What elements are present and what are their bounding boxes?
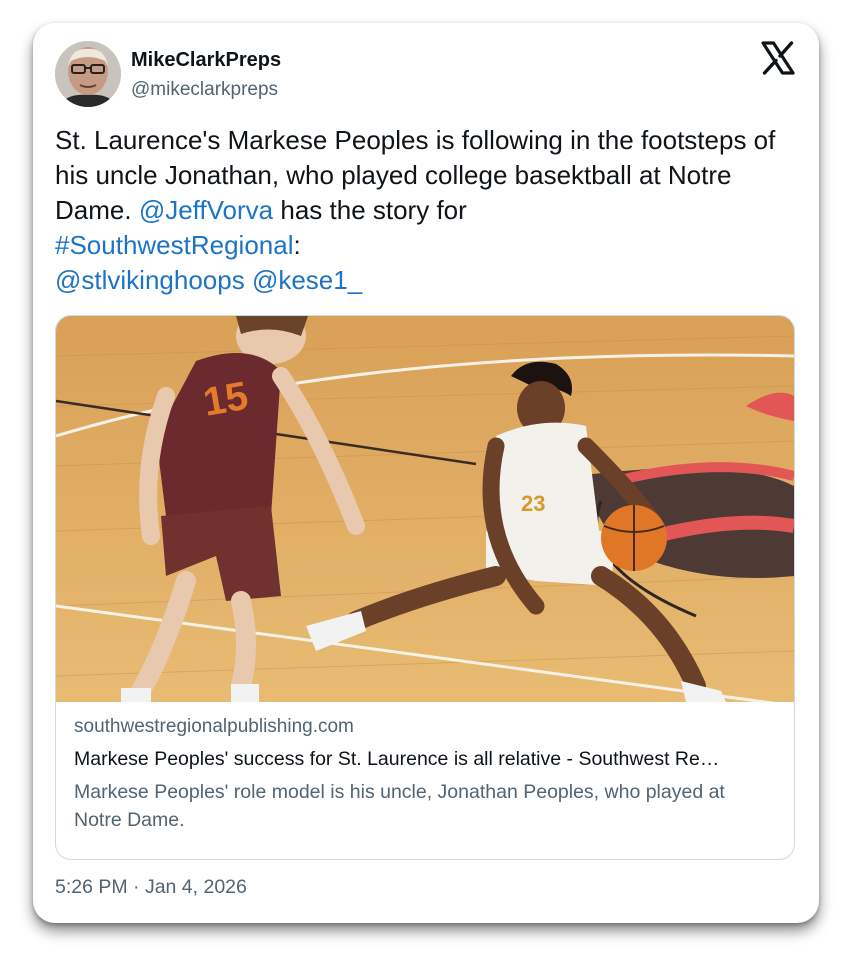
tweet-timestamp[interactable]: 5:26 PM · Jan 4, 2026 [55, 876, 247, 899]
author-handle[interactable]: @mikeclarkpreps [131, 79, 278, 101]
tweet-text: St. Laurence's Markese Peoples is follow… [55, 123, 795, 298]
tweet-text-body: : [293, 230, 301, 260]
article-image: 15 23 [56, 316, 794, 702]
avatar-image [55, 41, 121, 107]
hashtag-link[interactable]: #SouthwestRegional [55, 230, 294, 260]
link-title: Markese Peoples' success for St. Laurenc… [74, 748, 720, 770]
link-domain: southwestregionalpublishing.com [74, 716, 354, 737]
mention-link[interactable]: @stlvikinghoops [55, 265, 245, 295]
link-preview-card[interactable]: 15 23 southwestregionalpublishing.com Ma… [55, 315, 795, 860]
mention-link[interactable]: @kese1_ [252, 265, 362, 295]
link-description: Markese Peoples' role model is his uncle… [74, 781, 725, 831]
svg-text:23: 23 [521, 491, 545, 516]
author-name[interactable]: MikeClarkPreps [131, 49, 281, 72]
tweet-text-body: has the story for [273, 195, 467, 225]
x-logo-icon[interactable] [761, 41, 795, 75]
author-avatar[interactable] [55, 41, 121, 107]
svg-text:15: 15 [200, 374, 251, 425]
mention-link[interactable]: @JeffVorva [139, 195, 273, 225]
tweet-card: MikeClarkPreps @mikeclarkpreps St. Laure… [33, 23, 819, 923]
